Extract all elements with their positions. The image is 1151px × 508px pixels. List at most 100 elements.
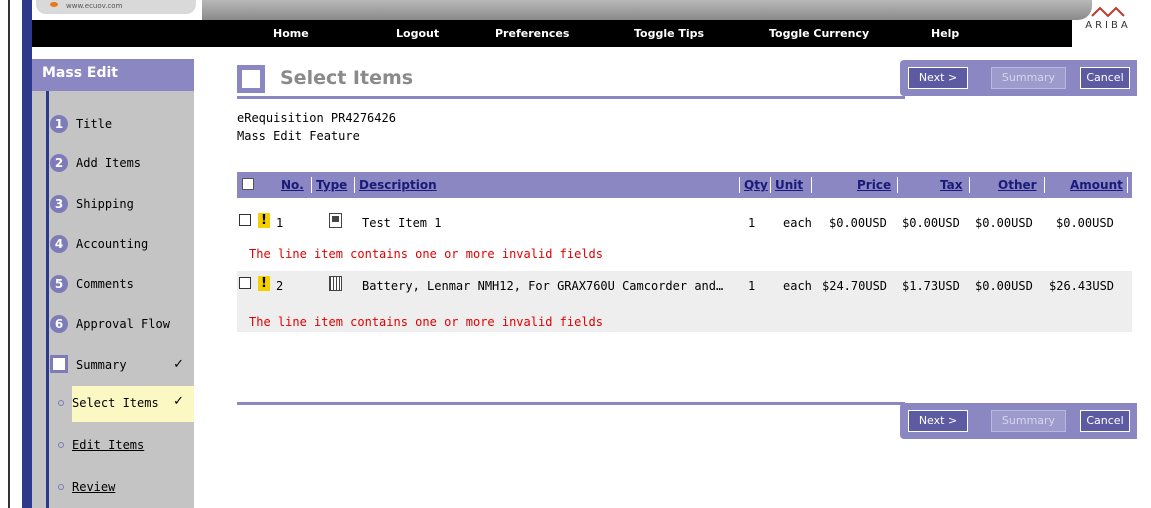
- step-number-badge: 6: [50, 315, 68, 333]
- cell-unit: each: [783, 216, 812, 230]
- nav-help-link[interactable]: Help: [931, 27, 959, 40]
- step-label: Shipping: [76, 197, 134, 211]
- sidebar-step-approval-flow[interactable]: 6 Approval Flow: [50, 312, 194, 340]
- cell-other: $0.00USD: [975, 279, 1033, 293]
- column-separator: [770, 177, 771, 193]
- ariba-logo: ARIBA: [1073, 6, 1143, 42]
- site-url-tab: www.ecuov.com: [36, 0, 196, 14]
- cell-no: 2: [276, 279, 284, 293]
- cancel-button[interactable]: Cancel: [1080, 67, 1130, 89]
- column-header-description[interactable]: Description: [359, 178, 437, 192]
- site-url-text: www.ecuov.com: [66, 2, 123, 10]
- column-header-qty[interactable]: Qty: [744, 178, 768, 192]
- cell-tax: $1.73USD: [902, 279, 960, 293]
- cell-price: $0.00USD: [829, 216, 887, 230]
- page-title-icon: [237, 65, 265, 93]
- cell-no: 1: [276, 216, 284, 230]
- main-content: Select Items Next > Summary Cancel eRequ…: [232, 59, 1137, 508]
- cell-tax: $0.00USD: [902, 216, 960, 230]
- sidebar-step-title[interactable]: 1 Title: [50, 112, 194, 140]
- warning-icon: !: [258, 276, 270, 291]
- column-separator: [811, 177, 812, 193]
- cell-unit: each: [783, 279, 812, 293]
- column-header-other[interactable]: Other: [998, 178, 1037, 192]
- top-gray-band: [202, 0, 1092, 20]
- nav-toggle-tips-link[interactable]: Toggle Tips: [634, 27, 704, 40]
- sidebar-step-add-items[interactable]: 2 Add Items: [50, 151, 194, 179]
- substep-dot-select: [58, 386, 72, 422]
- nav-preferences-link[interactable]: Preferences: [495, 27, 569, 40]
- site-logo-icon: [50, 2, 58, 7]
- warning-icon: !: [258, 213, 270, 228]
- cell-amount: $0.00USD: [1056, 216, 1114, 230]
- column-header-price[interactable]: Price: [857, 178, 891, 192]
- sidebar-step-accounting[interactable]: 4 Accounting: [50, 232, 194, 260]
- title-divider: [237, 96, 905, 99]
- nav-logout-link[interactable]: Logout: [396, 27, 439, 40]
- column-separator: [354, 177, 355, 193]
- sidebar-title: Mass Edit: [32, 59, 194, 91]
- substep-bullet-icon: [58, 400, 64, 406]
- sidebar-substep-select-items[interactable]: Select Items ✓: [72, 386, 194, 422]
- item-type-icon: [329, 276, 342, 291]
- requisition-id: eRequisition PR4276426: [237, 111, 396, 125]
- nav-toggle-currency-link[interactable]: Toggle Currency: [769, 27, 869, 40]
- row-error-message: The line item contains one or more inval…: [249, 315, 604, 329]
- column-separator: [1127, 177, 1128, 193]
- column-separator: [739, 177, 740, 193]
- row-select-checkbox[interactable]: [239, 214, 251, 226]
- column-header-amount[interactable]: Amount: [1070, 178, 1123, 192]
- window-left-border: [8, 0, 10, 508]
- column-header-tax[interactable]: Tax: [940, 178, 962, 192]
- column-separator: [1044, 177, 1045, 193]
- cell-description: Test Item 1: [362, 216, 442, 230]
- step-label: Summary: [76, 358, 127, 372]
- substep-label: Select Items: [72, 396, 159, 410]
- bottom-divider: [237, 402, 905, 405]
- top-bar: www.ecuov.com ARIBA: [32, 0, 1151, 47]
- column-separator: [969, 177, 970, 193]
- item-type-icon: [329, 213, 342, 228]
- ariba-logo-icon: [1091, 6, 1125, 18]
- sidebar-step-comments[interactable]: 5 Comments: [50, 272, 194, 300]
- page-title: Select Items: [280, 67, 414, 89]
- substep-bullet-icon: [58, 484, 64, 490]
- next-button[interactable]: Next >: [908, 67, 968, 89]
- column-header-no[interactable]: No.: [281, 178, 304, 192]
- substep-label: Edit Items: [72, 438, 145, 452]
- sidebar-substep-edit-items[interactable]: Edit Items: [58, 428, 194, 464]
- checkmark-icon: ✓: [173, 357, 184, 372]
- step-number-badge: 5: [50, 275, 68, 293]
- column-header-unit[interactable]: Unit: [775, 178, 803, 192]
- cell-description: Battery, Lenmar NMH12, For GRAX760U Camc…: [362, 279, 724, 293]
- row-error-message: The line item contains one or more inval…: [249, 247, 604, 261]
- app-window: www.ecuov.com ARIBA Home Logout Preferen…: [0, 0, 1151, 508]
- sidebar-step-shipping[interactable]: 3 Shipping: [50, 192, 194, 220]
- cell-amount: $26.43USD: [1049, 279, 1115, 293]
- sidebar: Mass Edit 1 Title 2 Add Items 3 Shipping…: [32, 59, 194, 508]
- cell-qty: 1: [748, 279, 756, 293]
- sidebar-step-summary[interactable]: Summary ✓: [50, 353, 194, 381]
- summary-button-bottom: Summary: [991, 410, 1066, 432]
- table-row: ! 2 Battery, Lenmar NMH12, For GRAX760U …: [237, 271, 1132, 332]
- cell-price: $24.70USD: [822, 279, 888, 293]
- cancel-button-bottom[interactable]: Cancel: [1080, 410, 1130, 432]
- step-label: Comments: [76, 277, 134, 291]
- cell-qty: 1: [748, 216, 756, 230]
- feature-name: Mass Edit Feature: [237, 129, 360, 143]
- nav-home-link[interactable]: Home: [273, 27, 309, 40]
- ariba-logo-text: ARIBA: [1085, 20, 1131, 31]
- table-row: ! 1 Test Item 1 1 each $0.00USD $0.00USD…: [237, 208, 1132, 274]
- step-number-badge: 1: [50, 115, 68, 133]
- table-header: No. Type Description Qty Unit Price Tax …: [237, 172, 1132, 198]
- select-all-checkbox[interactable]: [242, 178, 254, 190]
- sidebar-substep-review[interactable]: Review: [58, 470, 194, 506]
- summary-step-icon: [50, 355, 68, 373]
- step-connector-line: [46, 91, 49, 508]
- bottom-button-group: Next > Summary Cancel: [900, 403, 1137, 439]
- next-button-bottom[interactable]: Next >: [908, 410, 968, 432]
- column-header-type[interactable]: Type: [316, 178, 347, 192]
- step-label: Add Items: [76, 156, 142, 170]
- row-select-checkbox[interactable]: [239, 277, 251, 289]
- column-separator: [897, 177, 898, 193]
